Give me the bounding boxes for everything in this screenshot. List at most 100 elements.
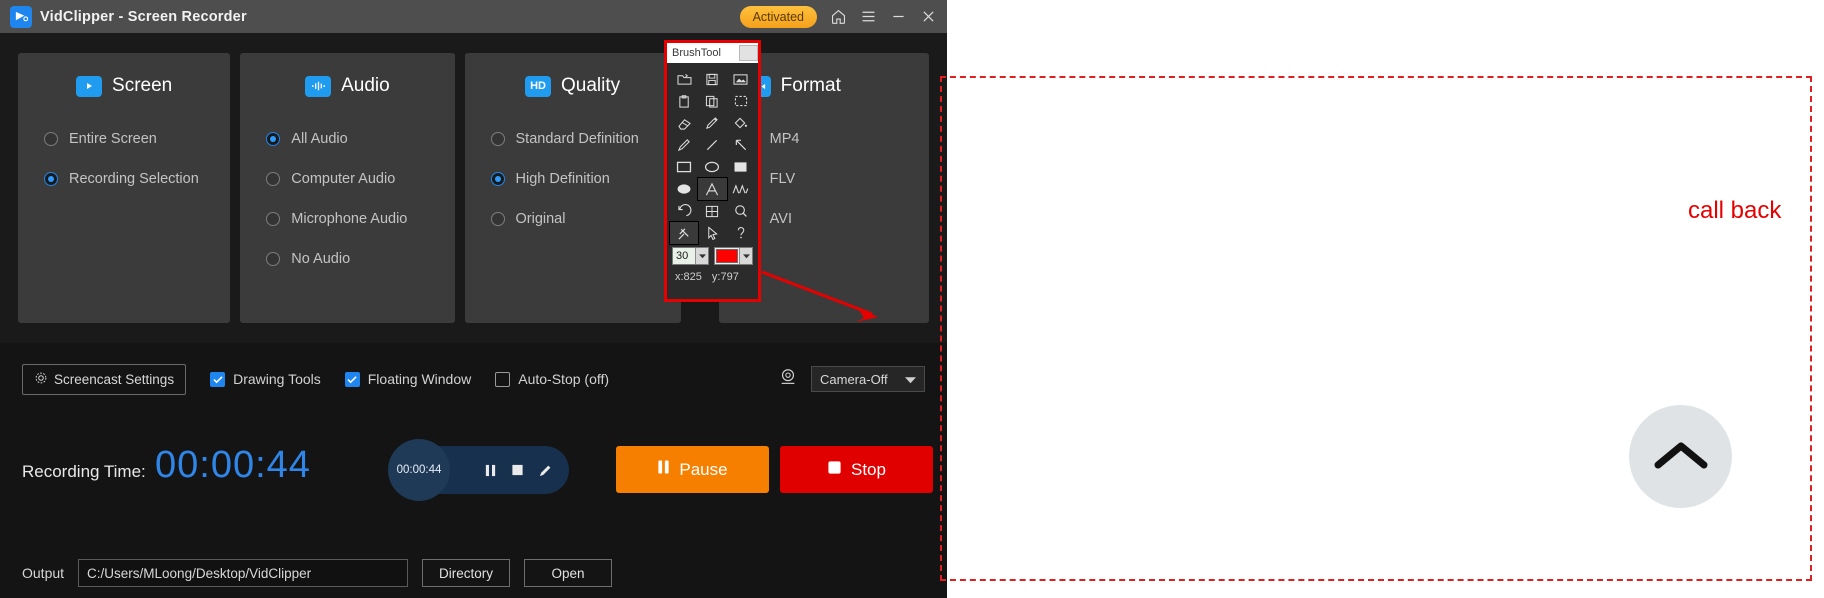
- paste-icon[interactable]: [670, 90, 698, 112]
- radio-all-audio[interactable]: [266, 132, 281, 146]
- option-high-definition[interactable]: High Definition: [465, 159, 681, 199]
- red-arrow-annotation: [761, 270, 878, 322]
- option-computer-audio[interactable]: Computer Audio: [240, 159, 454, 199]
- radio-entire-screen[interactable]: [44, 132, 58, 146]
- option-label: FLV: [769, 171, 796, 187]
- auto-stop-checkbox[interactable]: Auto-Stop (off): [495, 371, 609, 387]
- chevron-down-icon[interactable]: [695, 248, 708, 264]
- chevron-down-icon[interactable]: [739, 248, 752, 264]
- stop-button[interactable]: Stop: [780, 446, 933, 493]
- save-icon[interactable]: [698, 68, 726, 90]
- activated-badge[interactable]: Activated: [739, 5, 817, 28]
- option-label: MP4: [769, 131, 800, 147]
- option-no-audio[interactable]: No Audio: [240, 239, 454, 279]
- directory-button[interactable]: Directory: [422, 559, 511, 587]
- captured-screen-region: voice: [947, 0, 1824, 598]
- brush-tool-panel[interactable]: BrushTool 30 x:825 y:797: [664, 40, 761, 302]
- output-path-input[interactable]: C:/Users/MLoong/Desktop/VidClipper: [78, 559, 409, 587]
- filled-ellipse-icon[interactable]: [670, 178, 698, 200]
- webcam-icon[interactable]: [778, 367, 798, 392]
- option-original[interactable]: Original: [465, 199, 681, 239]
- option-microphone-audio[interactable]: Microphone Audio: [240, 199, 454, 239]
- drawing-tools-label: Drawing Tools: [233, 371, 321, 387]
- recording-time-value: 00:00:44: [155, 444, 311, 486]
- undo-icon[interactable]: [670, 200, 698, 222]
- close-icon[interactable]: [919, 8, 937, 26]
- brush-size-value: 30: [676, 250, 689, 262]
- stop-icon[interactable]: [511, 463, 524, 477]
- magnifier-icon[interactable]: [727, 200, 755, 222]
- option-standard-definition[interactable]: Standard Definition: [465, 119, 681, 159]
- ellipse-icon[interactable]: [698, 156, 726, 178]
- pause-icon[interactable]: [484, 463, 497, 478]
- option-all-audio[interactable]: All Audio: [240, 119, 454, 159]
- arrow-icon[interactable]: [727, 134, 755, 156]
- resize-canvas-icon[interactable]: [698, 200, 726, 222]
- chevron-up-icon[interactable]: [1629, 405, 1732, 508]
- save-image-icon[interactable]: [727, 68, 755, 90]
- pause-icon: [657, 459, 670, 480]
- brush-tool-grid: [667, 63, 758, 245]
- open-button[interactable]: Open: [524, 559, 613, 587]
- option-entire-screen[interactable]: Entire Screen: [18, 119, 230, 159]
- waveform-icon: [305, 75, 332, 97]
- option-label: High Definition: [515, 171, 610, 187]
- brush-size-stepper[interactable]: 30: [672, 247, 709, 265]
- radio-high-definition[interactable]: [490, 172, 505, 186]
- floating-window-label: Floating Window: [367, 371, 472, 387]
- drawing-tools-checkbox[interactable]: Drawing Tools: [210, 371, 321, 387]
- floating-recorder-widget[interactable]: 00:00:44: [388, 439, 569, 501]
- title-bar-actions: Activated: [739, 5, 937, 28]
- color-picker-icon[interactable]: [698, 112, 726, 134]
- copy-icon[interactable]: [698, 90, 726, 112]
- pen-icon[interactable]: [538, 463, 553, 478]
- rectangle-icon[interactable]: [670, 156, 698, 178]
- option-label: Entire Screen: [69, 131, 157, 147]
- open-file-icon[interactable]: [670, 68, 698, 90]
- line-icon[interactable]: [698, 134, 726, 156]
- pencil-icon[interactable]: [670, 134, 698, 156]
- filled-rectangle-icon[interactable]: [727, 156, 755, 178]
- pause-button-label: Pause: [679, 459, 728, 479]
- brush-tool-preview-box: [739, 45, 758, 61]
- radio-computer-audio[interactable]: [266, 172, 281, 186]
- audio-panel: Audio All Audio Computer Audio Microphon…: [240, 53, 455, 323]
- brush-color-swatch[interactable]: [716, 249, 738, 263]
- pause-button[interactable]: Pause: [616, 446, 769, 493]
- home-icon[interactable]: [829, 8, 847, 26]
- radio-standard-definition[interactable]: [490, 132, 505, 146]
- checkbox-checked-icon[interactable]: [210, 371, 226, 387]
- radio-no-audio[interactable]: [266, 252, 281, 266]
- hamburger-menu-icon[interactable]: [859, 8, 877, 26]
- zigzag-icon[interactable]: [727, 178, 755, 200]
- select-region-icon[interactable]: [727, 90, 755, 112]
- screencast-settings-button[interactable]: Screencast Settings: [22, 363, 187, 395]
- recording-row: Recording Time: 00:00:44 00:00:44 Pause: [0, 430, 947, 530]
- minimize-icon[interactable]: [889, 8, 907, 26]
- radio-original[interactable]: [490, 212, 505, 226]
- play-icon: [76, 75, 103, 97]
- fill-bucket-icon[interactable]: [727, 112, 755, 134]
- chevron-down-icon[interactable]: [905, 372, 916, 387]
- coordinate-y: y:797: [711, 271, 739, 283]
- eraser-icon[interactable]: [670, 112, 698, 134]
- coordinate-x: x:825: [675, 271, 702, 283]
- quality-panel-title: Quality: [561, 75, 621, 96]
- option-label: No Audio: [291, 251, 351, 267]
- format-panel-title: Format: [780, 75, 841, 96]
- text-icon[interactable]: [697, 177, 728, 201]
- cursor-icon[interactable]: [698, 222, 726, 244]
- checkbox-checked-icon[interactable]: [344, 371, 360, 387]
- radio-recording-selection[interactable]: [44, 172, 58, 186]
- brush-color-picker[interactable]: [714, 247, 753, 265]
- brush-tool-titlebar: BrushTool: [667, 43, 758, 63]
- camera-select-value: Camera-Off: [820, 371, 888, 387]
- checkbox-unchecked-icon[interactable]: [495, 371, 511, 387]
- camera-select[interactable]: Camera-Off: [811, 366, 925, 392]
- radio-microphone-audio[interactable]: [266, 212, 281, 226]
- output-label: Output: [22, 565, 65, 581]
- option-recording-selection[interactable]: Recording Selection: [18, 159, 230, 199]
- floating-window-checkbox[interactable]: Floating Window: [344, 371, 472, 387]
- brush-icon[interactable]: [668, 221, 700, 245]
- help-icon[interactable]: [727, 222, 755, 244]
